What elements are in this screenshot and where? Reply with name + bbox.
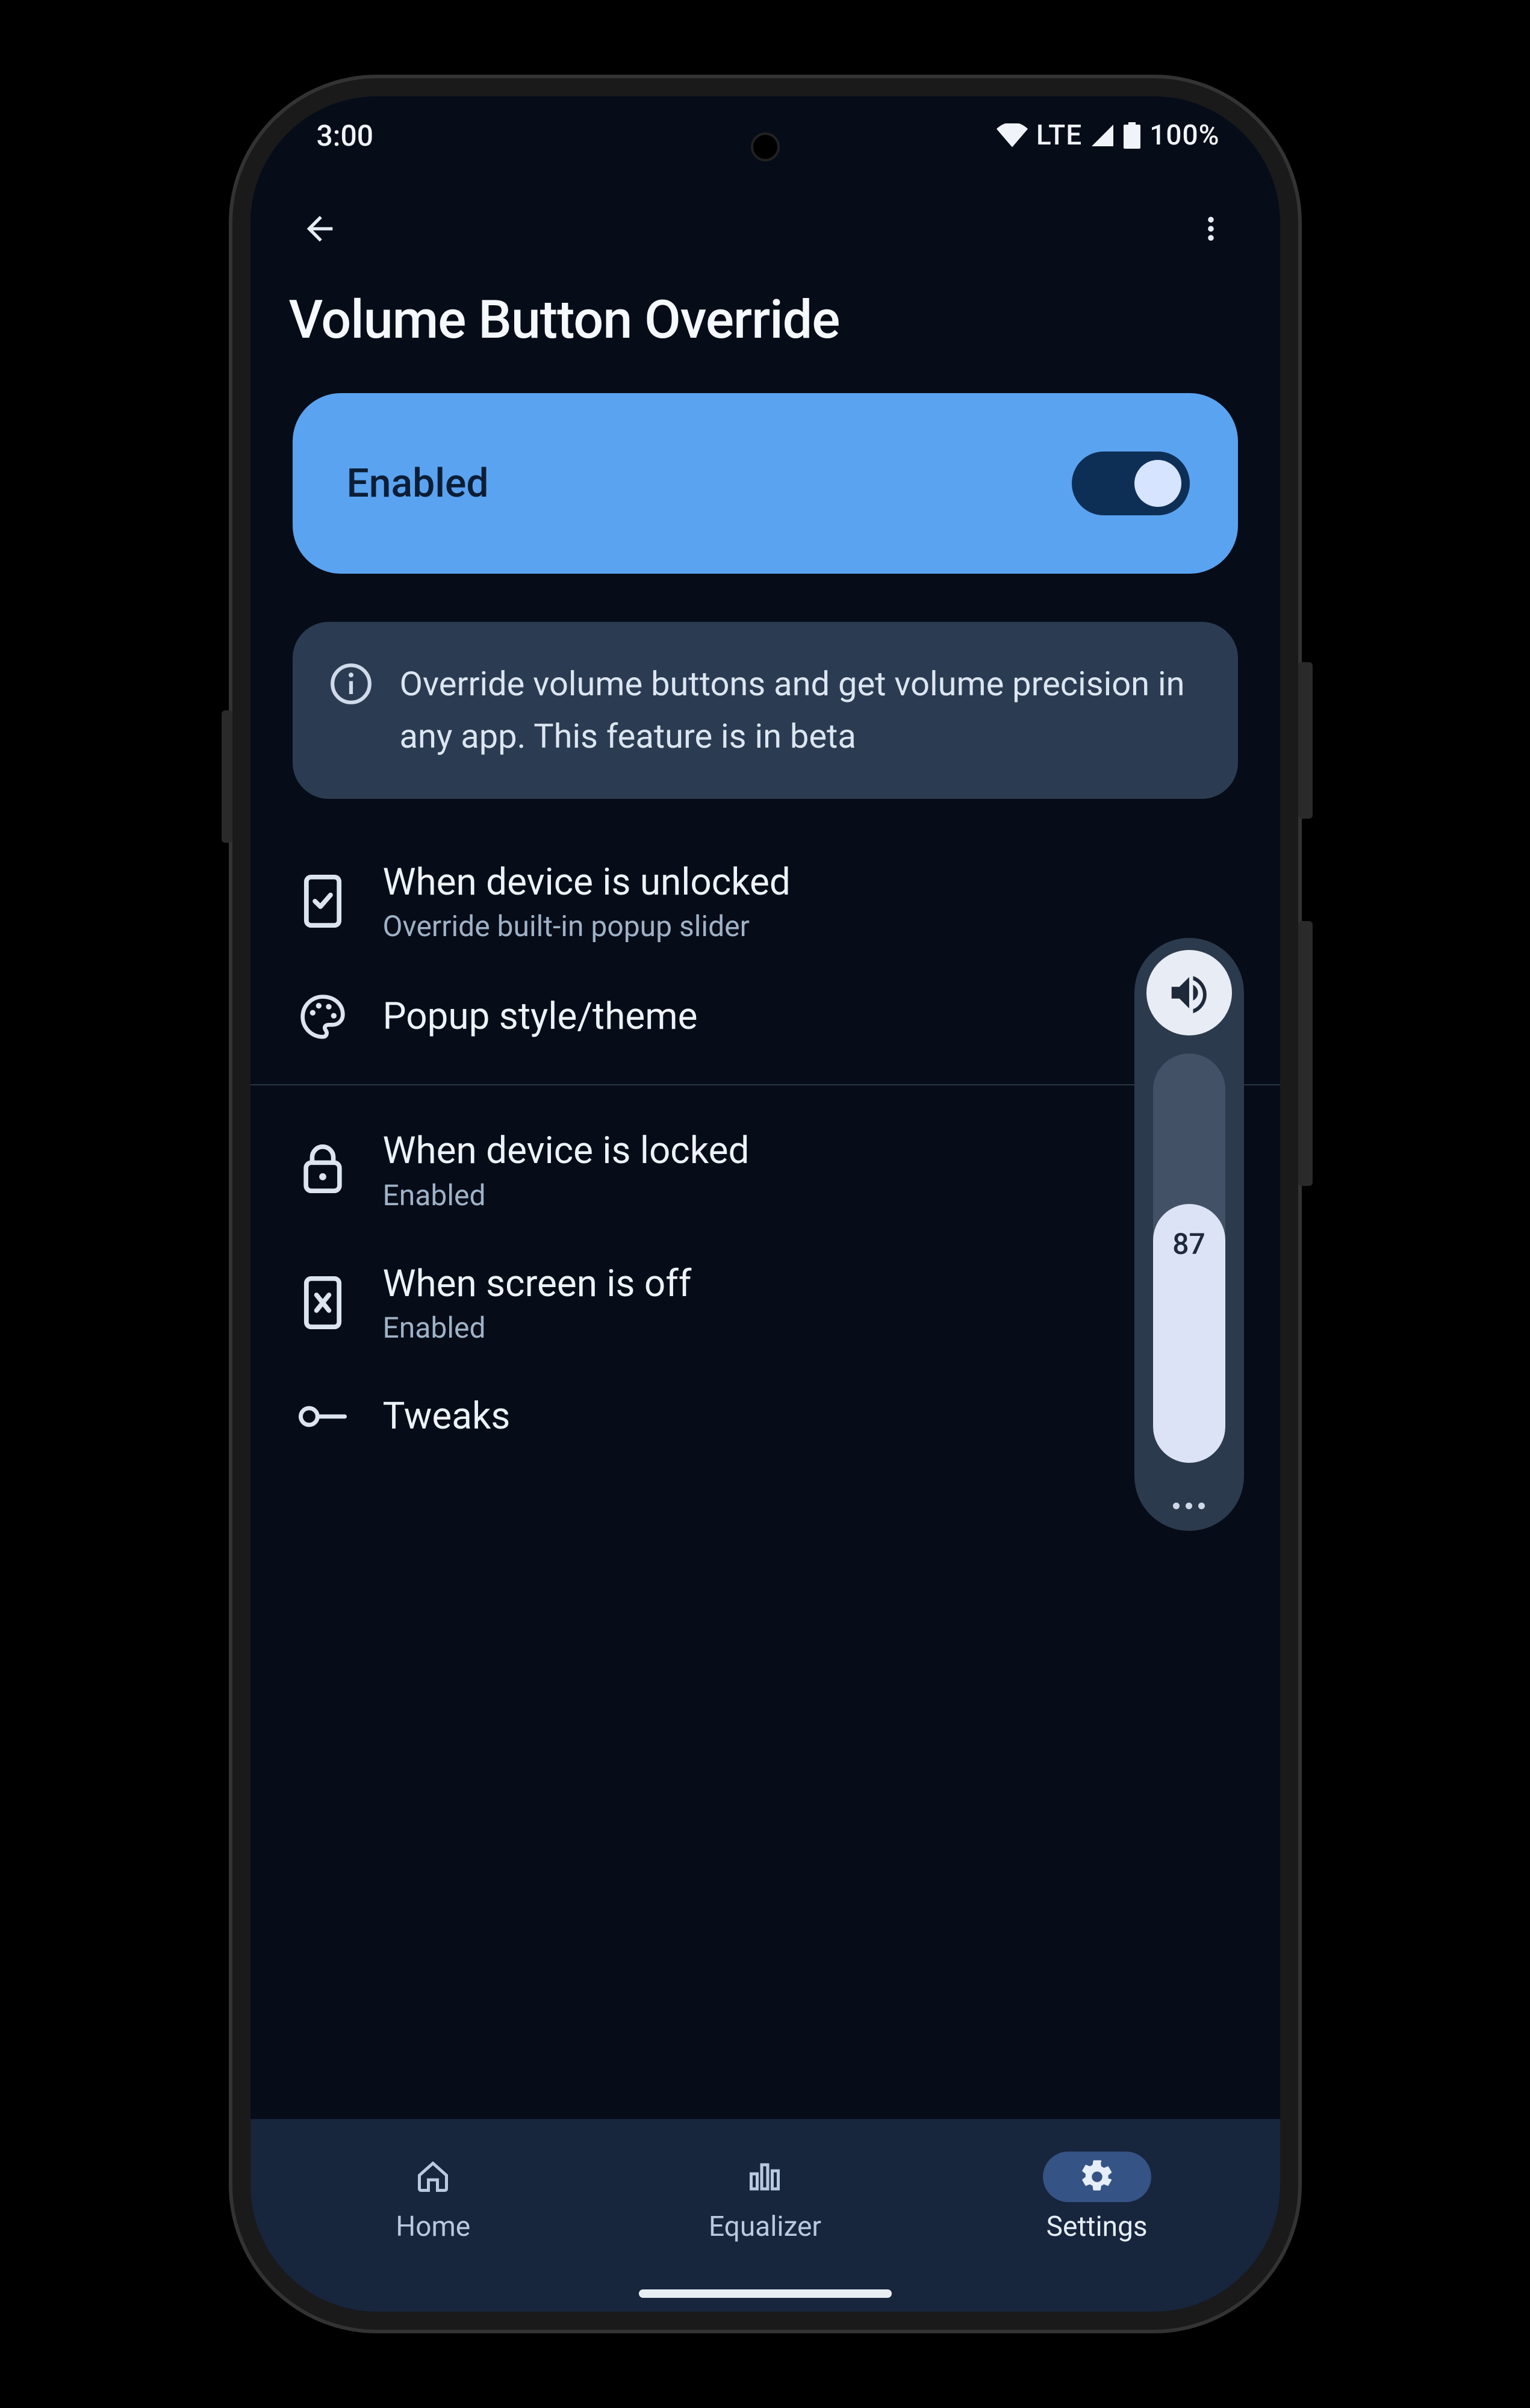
switch-thumb — [1134, 460, 1181, 507]
app-content: Volume Button Override Enabled Override … — [250, 175, 1280, 2119]
nav-label: Equalizer — [709, 2211, 821, 2243]
battery-label: 100% — [1149, 119, 1219, 152]
more-vert-icon — [1195, 213, 1227, 244]
enable-label: Enabled — [347, 461, 489, 507]
volume-stream-button[interactable] — [1146, 950, 1232, 1035]
phone-device-frame: 3:00 LTE 100% — [232, 78, 1298, 2330]
setting-item-screen-off[interactable]: When screen is off Enabled — [287, 1237, 1244, 1370]
setting-subtitle: Override built-in popup slider — [383, 909, 1232, 943]
volume-slider-fill: 87 — [1153, 1204, 1225, 1463]
network-label: LTE — [1036, 119, 1082, 152]
info-icon — [329, 662, 373, 706]
bottom-navigation: Home Equalizer Settings — [250, 2119, 1280, 2276]
nav-label: Home — [396, 2211, 470, 2243]
volume-more-button[interactable] — [1173, 1503, 1205, 1509]
gesture-bar — [250, 2276, 1280, 2312]
gesture-pill[interactable] — [639, 2289, 892, 2298]
setting-item-unlocked[interactable]: When device is unlocked Override built-i… — [287, 835, 1244, 968]
volume-slider[interactable]: 87 — [1153, 1054, 1225, 1463]
page-title: Volume Button Override — [289, 289, 1244, 351]
wifi-icon — [997, 123, 1028, 147]
equalizer-icon — [747, 2159, 783, 2195]
front-camera — [751, 132, 780, 161]
screen: 3:00 LTE 100% — [250, 96, 1280, 2312]
arrow-back-icon — [300, 209, 339, 248]
cell-signal-icon — [1090, 123, 1115, 147]
divider — [250, 1084, 1280, 1085]
hardware-button — [222, 710, 232, 843]
setting-title: When device is locked — [383, 1128, 1232, 1175]
setting-subtitle: Enabled — [383, 1311, 1232, 1345]
setting-title: When screen is off — [383, 1261, 1232, 1308]
setting-item-locked[interactable]: When device is locked Enabled — [287, 1103, 1244, 1237]
hardware-button — [1298, 662, 1313, 819]
back-button[interactable] — [293, 202, 347, 256]
status-time: 3:00 — [317, 119, 374, 153]
hardware-button — [1298, 921, 1313, 1186]
gear-icon — [1079, 2159, 1115, 2195]
app-bar — [287, 187, 1244, 271]
more-options-button[interactable] — [1184, 202, 1238, 256]
nav-home[interactable]: Home — [379, 2152, 487, 2243]
palette-icon — [299, 991, 347, 1042]
lock-icon — [299, 1143, 347, 1196]
setting-title: When device is unlocked — [383, 859, 1232, 906]
setting-item-popup-style[interactable]: Popup style/theme — [287, 967, 1244, 1066]
nav-equalizer[interactable]: Equalizer — [709, 2152, 821, 2243]
info-card: Override volume buttons and get volume p… — [293, 622, 1238, 799]
nav-settings[interactable]: Settings — [1043, 2152, 1151, 2243]
nav-label: Settings — [1046, 2211, 1148, 2243]
battery-icon — [1123, 122, 1141, 149]
key-icon — [299, 1402, 347, 1431]
enable-card[interactable]: Enabled — [293, 393, 1238, 574]
info-text: Override volume buttons and get volume p… — [400, 658, 1196, 763]
volume-value: 87 — [1172, 1227, 1205, 1261]
setting-subtitle: Enabled — [383, 1178, 1232, 1212]
status-indicators: LTE 100% — [997, 119, 1220, 152]
setting-title: Tweaks — [383, 1393, 1232, 1440]
home-icon — [415, 2159, 451, 2195]
setting-item-tweaks[interactable]: Tweaks — [287, 1369, 1244, 1464]
device-check-icon — [299, 875, 347, 928]
device-x-icon — [299, 1276, 347, 1329]
speaker-icon — [1166, 969, 1213, 1016]
setting-title: Popup style/theme — [383, 993, 1232, 1040]
enable-switch[interactable] — [1072, 452, 1190, 515]
volume-popup[interactable]: 87 — [1134, 938, 1244, 1531]
